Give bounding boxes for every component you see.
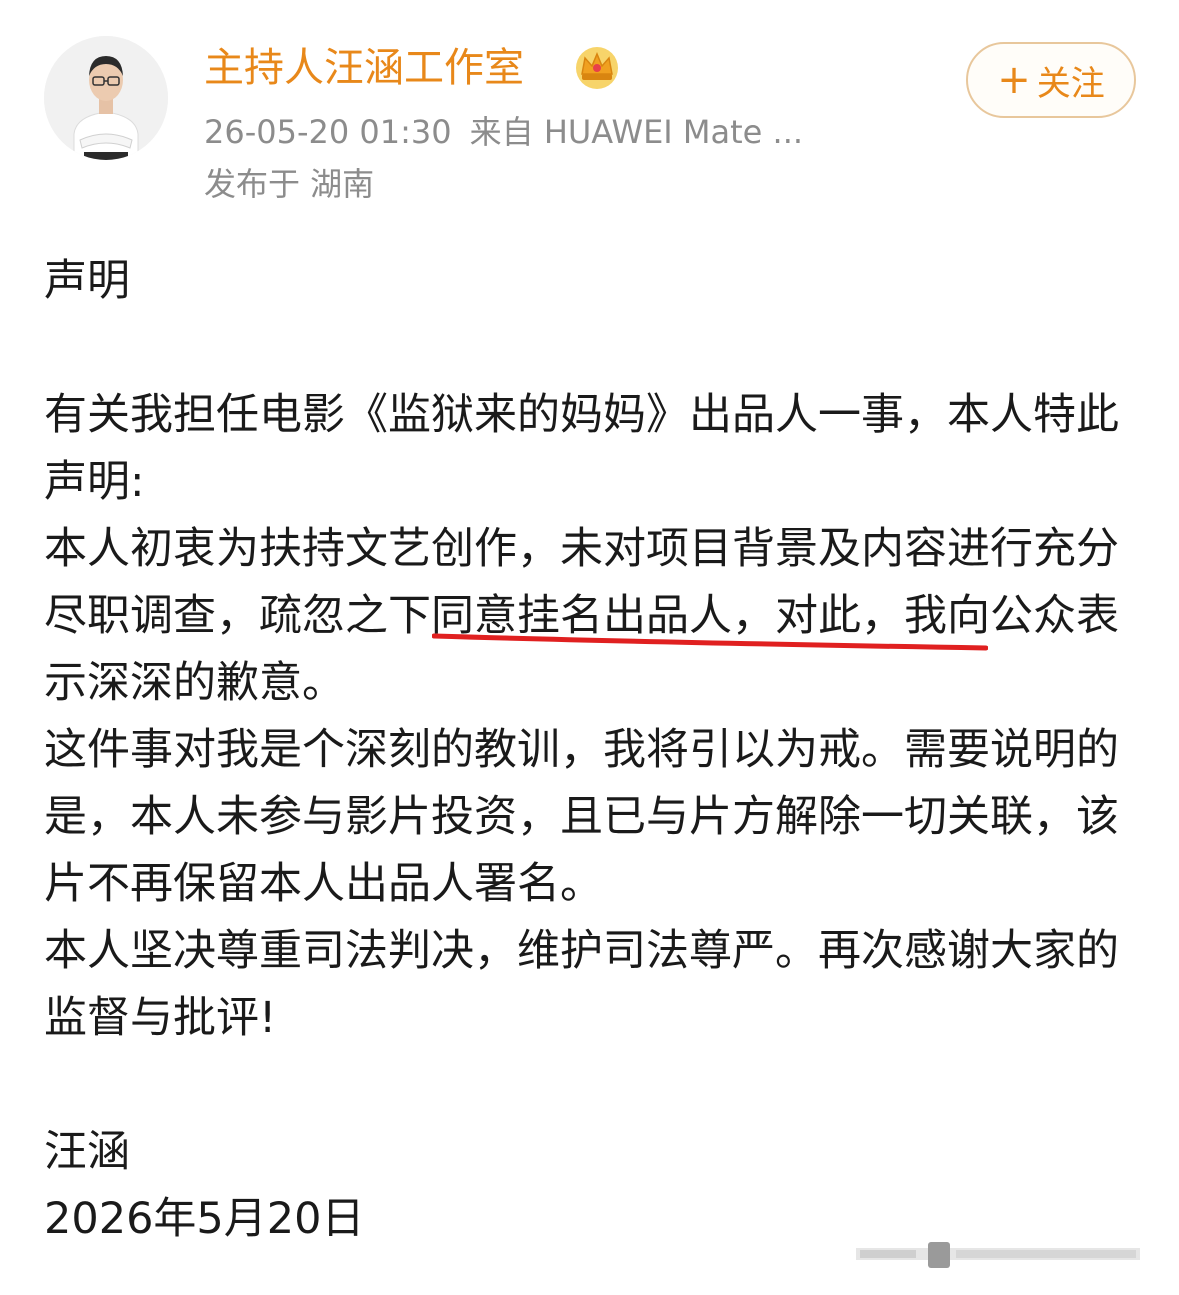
red-underline-annotation [432, 633, 988, 651]
follow-button[interactable]: + 关注 [966, 42, 1136, 118]
plus-icon: + [997, 57, 1031, 103]
person-portrait-icon [44, 36, 168, 160]
post-location: 发布于 湖南 [204, 165, 375, 203]
post-meta: 26-05-20 01:30 来自 HUAWEI Mate ... [204, 112, 821, 152]
post-timestamp: 26-05-20 01:30 [204, 113, 452, 151]
post-paragraph: 这件事对我是个深刻的教训，我将引以为戒。需要说明的是，本人未参与影片投资，且已与… [44, 725, 1119, 909]
crown-icon [576, 47, 618, 89]
author-name[interactable]: 主持人汪涵工作室 [204, 42, 524, 94]
post-source: 来自 HUAWEI Mate ... [469, 113, 804, 151]
post-header: 主持人汪涵工作室 26-05-20 01:30 来自 HUAWEI Mate ..… [0, 0, 1179, 220]
post-paragraph: 本人坚决尊重司法判决，维护司法尊严。再次感谢大家的监督与批评! [44, 926, 1119, 1043]
watermark-bar-icon [856, 1242, 1140, 1268]
author-avatar[interactable] [44, 36, 168, 160]
follow-button-label: 关注 [1036, 63, 1105, 104]
post-body: 声明 有关我担任电影《监狱来的妈妈》出品人一事，本人特此声明: 本人初衷为扶持文… [44, 248, 1124, 1253]
post-signature: 汪涵 [44, 1127, 130, 1177]
post-paragraph: 本人初衷为扶持文艺创作，未对项目背景及内容进行充分尽职调查，疏忽之下同意挂名出品… [44, 516, 1124, 717]
post-title: 声明 [44, 256, 130, 306]
post-paragraph: 有关我担任电影《监狱来的妈妈》出品人一事，本人特此声明: [44, 390, 1119, 507]
